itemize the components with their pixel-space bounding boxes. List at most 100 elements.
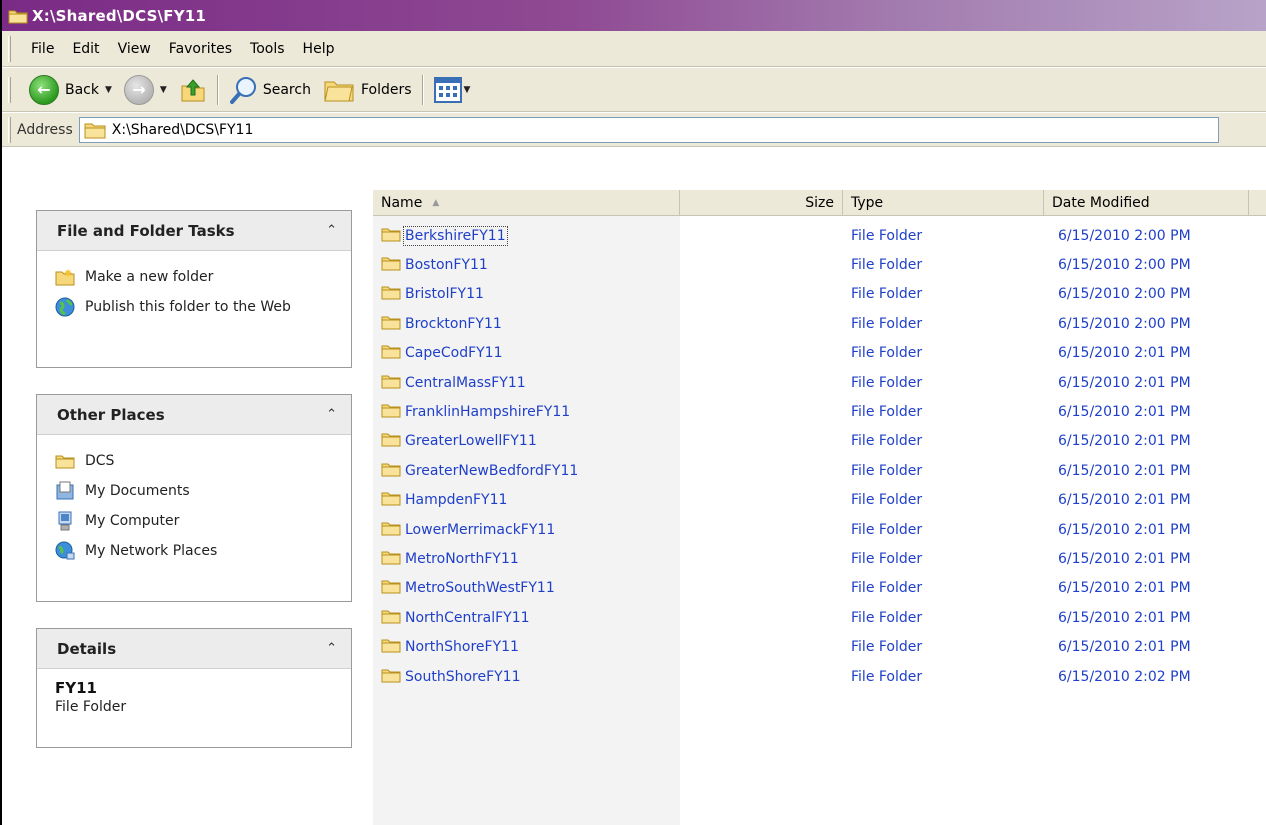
file-name: CentralMassFY11: [405, 374, 526, 391]
file-name-cell[interactable]: CentralMassFY11: [381, 373, 526, 393]
menu-file[interactable]: File: [23, 37, 62, 61]
table-row[interactable]: MetroSouthWestFY11 File Folder 6/15/2010 2…: [373, 574, 1266, 603]
file-name: MetroNorthFY11: [405, 550, 519, 567]
file-name: HampdenFY11: [405, 492, 508, 509]
column-header-type[interactable]: Type: [843, 190, 1044, 216]
table-row[interactable]: CapeCodFY11 File Folder 6/15/2010 2:01 PM: [373, 339, 1266, 368]
views-dropdown-icon[interactable]: ▼: [464, 85, 471, 95]
table-row[interactable]: BostonFY11 File Folder 6/15/2010 2:00 PM: [373, 250, 1266, 279]
task-label: Make a new folder: [85, 269, 214, 285]
file-rows: BerkshireFY11 File Folder 6/15/2010 2:00 P…: [373, 221, 1266, 691]
toolbar-grip[interactable]: [8, 76, 11, 103]
place-dcs-link[interactable]: DCS: [55, 451, 339, 471]
folder-icon: [381, 314, 401, 334]
file-date-modified: 6/15/2010 2:01 PM: [1058, 550, 1191, 567]
file-name-cell[interactable]: FranklinHampshireFY11: [381, 402, 570, 422]
up-folder-button[interactable]: [173, 71, 213, 109]
file-name-cell[interactable]: NorthShoreFY11: [381, 637, 519, 657]
file-name-cell[interactable]: SouthShoreFY11: [381, 667, 521, 687]
column-header-name[interactable]: Name ▲: [373, 190, 680, 216]
file-name-cell[interactable]: BerkshireFY11: [381, 225, 508, 246]
menu-grip[interactable]: [8, 35, 11, 62]
file-name-cell[interactable]: MetroNorthFY11: [381, 549, 519, 569]
file-date-modified: 6/15/2010 2:01 PM: [1058, 345, 1191, 362]
collapse-chevron-icon[interactable]: ⌃: [326, 641, 337, 656]
table-row[interactable]: NorthShoreFY11 File Folder 6/15/2010 2:01 …: [373, 632, 1266, 661]
file-date-modified: 6/15/2010 2:00 PM: [1058, 315, 1191, 332]
table-row[interactable]: MetroNorthFY11 File Folder 6/15/2010 2:01 …: [373, 544, 1266, 573]
file-name-cell[interactable]: GreaterLowellFY11: [381, 431, 537, 451]
folder-icon: [381, 373, 401, 393]
file-name-cell[interactable]: BrocktonFY11: [381, 314, 502, 334]
title-bar[interactable]: X:\Shared\DCS\FY11: [2, 0, 1266, 31]
folder-icon: [55, 451, 75, 471]
menu-favorites[interactable]: Favorites: [161, 37, 240, 61]
address-input[interactable]: X:\Shared\DCS\FY11: [78, 116, 1219, 143]
search-button[interactable]: Search: [223, 71, 317, 109]
place-my-documents-link[interactable]: My Documents: [55, 481, 339, 501]
search-icon: [229, 76, 256, 104]
publish-to-web-link[interactable]: Publish this folder to the Web: [55, 297, 339, 317]
menu-tools[interactable]: Tools: [242, 37, 293, 61]
file-folder-tasks-header[interactable]: File and Folder Tasks ⌃: [37, 211, 351, 251]
folder-icon: [381, 343, 401, 363]
folder-icon: [381, 578, 401, 598]
table-row[interactable]: HampdenFY11 File Folder 6/15/2010 2:01 PM: [373, 486, 1266, 515]
menu-help[interactable]: Help: [295, 37, 343, 61]
place-my-computer-link[interactable]: My Computer: [55, 511, 339, 531]
column-header-size[interactable]: Size: [680, 190, 843, 216]
file-name-cell[interactable]: BostonFY11: [381, 255, 488, 275]
column-header-date-modified[interactable]: Date Modified: [1044, 190, 1249, 216]
search-label: Search: [262, 81, 311, 98]
table-row[interactable]: NorthCentralFY11 File Folder 6/15/2010 2:0…: [373, 603, 1266, 632]
file-name-cell[interactable]: CapeCodFY11: [381, 343, 503, 363]
file-name-cell[interactable]: BristolFY11: [381, 284, 484, 304]
file-type: File Folder: [851, 374, 923, 391]
table-row[interactable]: BristolFY11 File Folder 6/15/2010 2:00 PM: [373, 280, 1266, 309]
forward-button[interactable]: → ▼: [118, 71, 173, 109]
file-type: File Folder: [851, 668, 923, 685]
back-dropdown-icon[interactable]: ▼: [105, 85, 112, 95]
table-row[interactable]: BerkshireFY11 File Folder 6/15/2010 2:00 P…: [373, 221, 1266, 250]
file-date-modified: 6/15/2010 2:01 PM: [1058, 433, 1191, 450]
sort-ascending-icon: ▲: [432, 198, 440, 208]
toolbar-separator: [216, 74, 219, 105]
window-title: X:\Shared\DCS\FY11: [32, 6, 207, 25]
table-row[interactable]: FranklinHampshireFY11 File Folder 6/15/201…: [373, 397, 1266, 426]
table-row[interactable]: BrocktonFY11 File Folder 6/15/2010 2:00 PM: [373, 309, 1266, 338]
address-grip[interactable]: [8, 116, 11, 143]
other-places-header[interactable]: Other Places ⌃: [37, 395, 351, 435]
folder-icon: [84, 123, 106, 138]
file-type: File Folder: [851, 433, 923, 450]
up-folder-icon: [181, 78, 205, 101]
address-value: X:\Shared\DCS\FY11: [111, 121, 254, 138]
back-button[interactable]: ← Back ▼: [23, 71, 118, 109]
make-new-folder-link[interactable]: Make a new folder: [55, 267, 339, 287]
place-my-network-places-link[interactable]: My Network Places: [55, 541, 339, 561]
table-row[interactable]: GreaterNewBedfordFY11 File Folder 6/15/201…: [373, 456, 1266, 485]
menu-edit[interactable]: Edit: [64, 37, 107, 61]
file-type: File Folder: [851, 345, 923, 362]
table-row[interactable]: LowerMerrimackFY11 File Folder 6/15/2010 2…: [373, 515, 1266, 544]
table-row[interactable]: SouthShoreFY11 File Folder 6/15/2010 2:02 …: [373, 662, 1266, 691]
file-name-cell[interactable]: MetroSouthWestFY11: [381, 578, 555, 598]
views-button[interactable]: ▼: [428, 71, 477, 109]
table-row[interactable]: GreaterLowellFY11 File Folder 6/15/2010 2:…: [373, 427, 1266, 456]
folders-button[interactable]: Folders: [317, 71, 418, 109]
file-name-cell[interactable]: LowerMerrimackFY11: [381, 520, 555, 540]
details-header[interactable]: Details ⌃: [37, 629, 351, 669]
collapse-chevron-icon[interactable]: ⌃: [326, 223, 337, 238]
panel-title: File and Folder Tasks: [57, 221, 235, 240]
file-type: File Folder: [851, 315, 923, 332]
file-name: BrocktonFY11: [405, 315, 502, 332]
file-name-cell[interactable]: NorthCentralFY11: [381, 608, 530, 628]
folder-icon: [381, 461, 401, 481]
file-name-cell[interactable]: GreaterNewBedfordFY11: [381, 461, 578, 481]
table-row[interactable]: CentralMassFY11 File Folder 6/15/2010 2:01…: [373, 368, 1266, 397]
collapse-chevron-icon[interactable]: ⌃: [326, 407, 337, 422]
file-name-cell[interactable]: HampdenFY11: [381, 490, 507, 510]
column-header-label: Size: [805, 195, 834, 211]
forward-dropdown-icon[interactable]: ▼: [160, 85, 167, 95]
new-folder-icon: [55, 267, 75, 287]
menu-view[interactable]: View: [110, 37, 159, 61]
